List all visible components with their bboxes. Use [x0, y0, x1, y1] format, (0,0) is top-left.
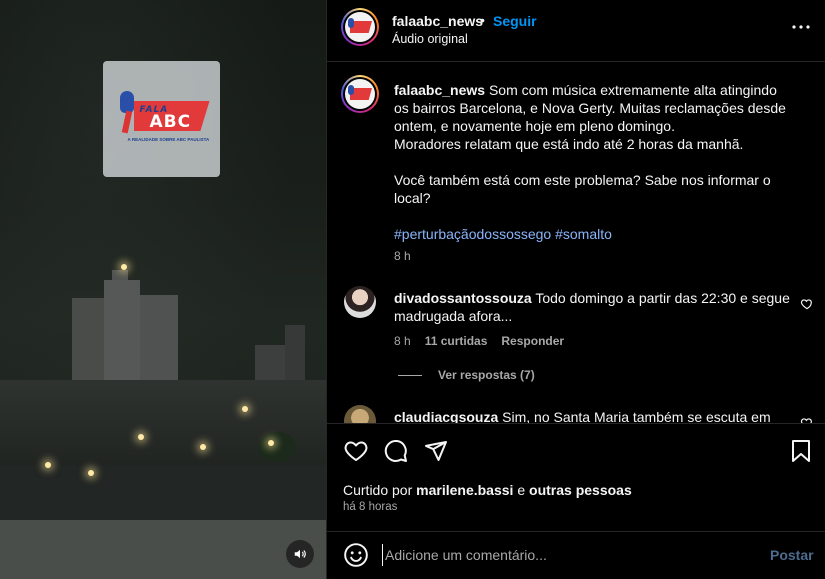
comment-time: 8 h	[394, 334, 411, 348]
replies-divider	[398, 374, 422, 376]
comments-list[interactable]: falaabc_news Som com música extremamente…	[327, 63, 825, 423]
header-username[interactable]: falaabc_news	[392, 13, 483, 29]
post-time: há 8 horas	[343, 501, 398, 513]
post-caption: falaabc_news Som com música extremamente…	[394, 81, 794, 243]
microphone-handle	[121, 110, 132, 134]
light	[242, 406, 248, 412]
comment-username[interactable]: divadossantossouza	[394, 290, 532, 306]
building	[104, 280, 140, 390]
liked-others[interactable]: outras pessoas	[529, 482, 632, 498]
fala-abc-logo: FALA ABC A REALIDADE SOBRE ABC PAULISTA	[114, 87, 210, 151]
video-logo-watermark: FALA ABC A REALIDADE SOBRE ABC PAULISTA	[103, 61, 220, 177]
building	[140, 295, 178, 390]
post-actions: Curtido por marilene.bassi e outras pess…	[327, 423, 825, 543]
emoji-icon[interactable]	[343, 542, 369, 568]
liked-by: Curtido por marilene.bassi e outras pess…	[343, 482, 632, 498]
volume-button[interactable]	[286, 540, 314, 568]
liked-prefix: Curtido por	[343, 482, 413, 498]
caption-text: Você também está com este problema? Sabe…	[394, 172, 771, 206]
post-panel: falaabc_news • Seguir Áudio original fal…	[326, 0, 825, 579]
tree	[258, 432, 296, 462]
post-header: falaabc_news • Seguir Áudio original	[327, 0, 825, 62]
caption-time: 8 h	[394, 249, 411, 263]
reply-button[interactable]: Responder	[501, 334, 564, 348]
caption-hashtags[interactable]: #perturbaçãodossossego #somalto	[394, 226, 612, 242]
avatar[interactable]	[341, 8, 379, 46]
comment-username[interactable]: claudiacgsouza	[394, 409, 498, 423]
send-icon	[425, 441, 447, 461]
save-button[interactable]	[788, 438, 814, 464]
heart-icon[interactable]	[800, 416, 814, 423]
comment-meta: 8 h 11 curtidas Responder	[394, 334, 564, 348]
avatar[interactable]	[344, 405, 376, 423]
comment-input[interactable]	[382, 544, 762, 566]
post-button[interactable]: Postar	[770, 547, 814, 563]
like-button[interactable]	[343, 438, 369, 464]
logo-tagline: A REALIDADE SOBRE ABC PAULISTA	[127, 137, 210, 142]
liked-user[interactable]: marilene.bassi	[416, 482, 513, 498]
more-options-button[interactable]	[789, 17, 813, 37]
avatar[interactable]	[344, 286, 376, 318]
comment-icon	[384, 439, 407, 462]
audio-label[interactable]: Áudio original	[392, 32, 468, 46]
comment: claudiacgsouza Sim, no Santa Maria també…	[394, 408, 794, 423]
liked-and: e	[517, 482, 526, 498]
comment-button[interactable]	[383, 438, 409, 464]
caption-username[interactable]: falaabc_news	[394, 82, 485, 98]
light	[45, 462, 51, 468]
light	[200, 444, 206, 450]
separator-dot: •	[480, 12, 485, 28]
building	[72, 298, 106, 388]
comment: divadossantossouza Todo domingo a partir…	[394, 289, 794, 325]
comment-composer: Postar	[327, 531, 825, 579]
rooftops-front	[0, 465, 326, 520]
light	[121, 264, 127, 270]
heart-icon[interactable]	[800, 297, 814, 311]
share-button[interactable]	[423, 438, 449, 464]
heart-icon	[344, 441, 368, 461]
comment-likes[interactable]: 11 curtidas	[425, 334, 488, 348]
logo-text-abc: ABC	[149, 112, 192, 132]
bookmark-icon	[792, 440, 810, 462]
post-viewer: FALA ABC A REALIDADE SOBRE ABC PAULISTA …	[0, 0, 825, 579]
speaker-icon	[294, 549, 306, 559]
caption-avatar[interactable]	[341, 75, 379, 113]
light	[88, 470, 94, 476]
light	[138, 434, 144, 440]
follow-button[interactable]: Seguir	[493, 13, 537, 29]
video-player[interactable]: FALA ABC A REALIDADE SOBRE ABC PAULISTA	[0, 0, 326, 579]
light	[268, 440, 274, 446]
view-replies-label: Ver respostas (7)	[438, 368, 535, 382]
foreground-wall	[0, 520, 326, 579]
view-replies-button[interactable]: Ver respostas (7)	[398, 368, 535, 382]
more-horizontal-icon	[792, 25, 810, 29]
caption-text: Moradores relatam que está indo até 2 ho…	[394, 136, 744, 152]
